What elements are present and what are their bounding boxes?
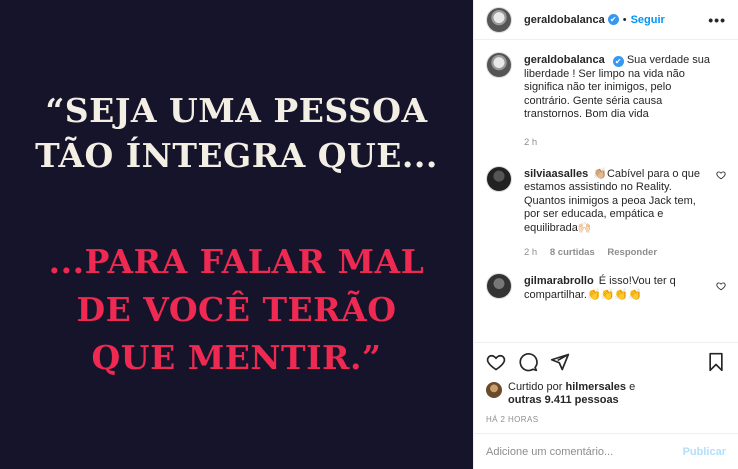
quote-line-5: QUE MENTIR.” [91, 337, 382, 377]
comments-list[interactable]: geraldobalanca ✔ Sua verdade sua liberda… [474, 40, 738, 342]
comment-username[interactable]: silviaasalles [524, 168, 588, 180]
comment-body: gilmarabrollo É isso!Vou ter q compartil… [524, 275, 726, 302]
post-timestamp[interactable]: HÁ 2 HORAS [486, 415, 726, 424]
likes-summary: Curtido por hilmersales e outras 9.411 p… [486, 381, 726, 407]
author-username[interactable]: geraldobalanca [524, 14, 605, 26]
follow-button[interactable]: Seguir [631, 14, 665, 26]
caption-meta: 2 h [524, 136, 710, 150]
comment-meta: 2 h 8 curtidas Responder [524, 246, 710, 260]
comment-like-heart-icon[interactable] [716, 170, 726, 183]
post-actions: Curtido por hilmersales e outras 9.411 p… [474, 342, 738, 469]
caption-username[interactable]: geraldobalanca [524, 54, 605, 66]
instagram-post: “SEJA UMA PESSOA TÃO ÍNTEGRA QUE... ...P… [0, 0, 738, 469]
bookmark-icon[interactable] [706, 352, 726, 372]
caption-body: geraldobalanca ✔ Sua verdade sua liberda… [524, 54, 726, 150]
likes-middle: e [626, 381, 636, 393]
liker-avatar[interactable] [486, 382, 502, 398]
liker-username[interactable]: hilmersales [565, 381, 626, 393]
comment-avatar[interactable] [486, 273, 512, 300]
quote-line-4: DE VOCÊ TERÃO [76, 289, 397, 329]
separator-dot: • [622, 13, 627, 26]
add-comment-bar: Publicar [474, 433, 738, 469]
post-sidebar: geraldobalanca ✔ • Seguir ••• geraldobal… [473, 0, 738, 469]
more-options-icon[interactable]: ••• [708, 13, 726, 27]
comment-icon[interactable] [518, 352, 538, 372]
comment-avatar[interactable] [486, 165, 512, 192]
comment-item: silviaasalles 👏🏼Cabível para o que estam… [486, 165, 726, 260]
comment-input[interactable] [486, 445, 683, 458]
caption-time[interactable]: 2 h [524, 137, 537, 148]
quote-line-1: “SEJA UMA PESSOA [45, 90, 428, 130]
quote-line-3: ...PARA FALAR MAL [48, 241, 425, 281]
publish-button[interactable]: Publicar [683, 446, 726, 458]
comment-likes[interactable]: 8 curtidas [550, 247, 595, 258]
verified-badge-icon: ✔ [607, 14, 619, 25]
comment-item: gilmarabrollo É isso!Vou ter q compartil… [486, 273, 726, 302]
likes-text: Curtido por hilmersales e outras 9.411 p… [508, 381, 635, 407]
post-header: geraldobalanca ✔ • Seguir ••• [474, 0, 738, 40]
caption-avatar[interactable] [486, 52, 512, 78]
comment-username[interactable]: gilmarabrollo [524, 275, 594, 287]
action-icons [486, 349, 726, 375]
likes-others[interactable]: outras 9.411 pessoas [508, 394, 619, 406]
share-icon[interactable] [550, 352, 570, 372]
reply-button[interactable]: Responder [607, 247, 657, 258]
heart-icon[interactable] [486, 352, 506, 372]
comment-body: silviaasalles 👏🏼Cabível para o que estam… [524, 168, 726, 260]
comment-like-heart-icon[interactable] [716, 281, 726, 294]
verified-badge-icon: ✔ [612, 56, 624, 67]
author-avatar[interactable] [486, 6, 512, 33]
post-image[interactable]: “SEJA UMA PESSOA TÃO ÍNTEGRA QUE... ...P… [0, 0, 473, 469]
likes-prefix: Curtido por [508, 381, 566, 393]
author-info: geraldobalanca ✔ • Seguir [524, 14, 665, 26]
caption: geraldobalanca ✔ Sua verdade sua liberda… [486, 52, 726, 150]
quote-line-2: TÃO ÍNTEGRA QUE... [35, 135, 438, 175]
comment-time[interactable]: 2 h [524, 247, 537, 258]
